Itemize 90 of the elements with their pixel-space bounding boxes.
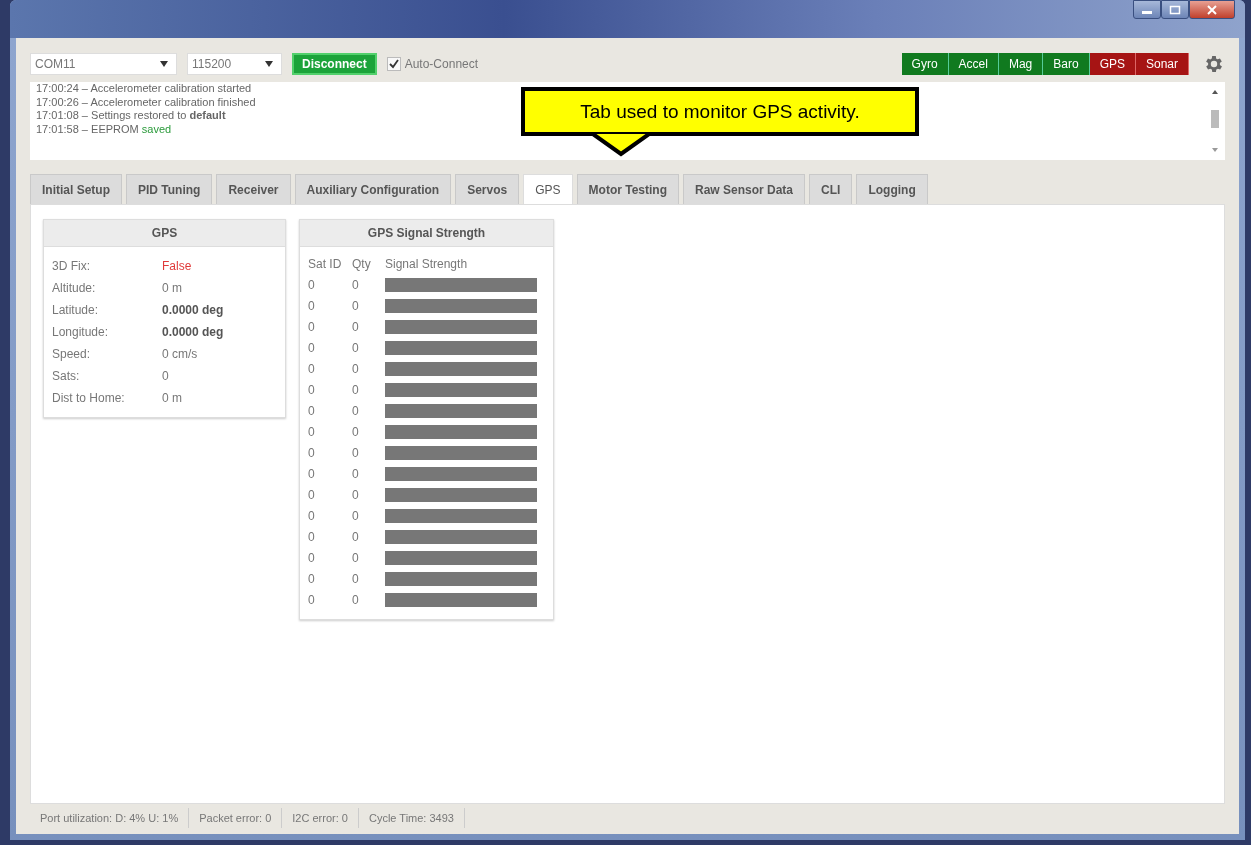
status-item: Packet error: 0 [189, 808, 283, 828]
table-cell-text: 0 [308, 446, 316, 460]
tab[interactable]: Receiver [216, 174, 291, 204]
minimize-button[interactable] [1133, 0, 1161, 19]
table-cell-text: 0 [352, 530, 360, 544]
table-cell-text: 0 [308, 383, 316, 397]
table-cell-text: 0 [352, 593, 360, 607]
log-line: 17:00:24 – Accelerometer calibration started [36, 82, 253, 96]
table-cell-text: 0 [352, 446, 360, 460]
disconnect-button[interactable]: Disconnect [292, 53, 377, 75]
field-value: 0.0000 deg [162, 325, 225, 339]
table-cell-text: 0 [352, 488, 360, 502]
field-value: 0.0000 deg [162, 303, 225, 317]
field-label: Sats: [52, 369, 81, 383]
table-cell-text: 0 [308, 404, 316, 418]
table-cell-text: 0 [308, 593, 316, 607]
table-cell-text: 0 [352, 572, 360, 586]
table-cell-text: 0 [308, 320, 316, 334]
log-line: 17:01:08 – Settings restored to default [36, 109, 227, 123]
table-cell-text: 0 [308, 362, 316, 376]
table-cell-text: 0 [308, 551, 316, 565]
table-cell-text: 0 [352, 383, 360, 397]
field-value: 0 m [162, 391, 183, 405]
sensor-indicator: Mag [998, 53, 1044, 75]
table-cell-text: 0 [352, 362, 360, 376]
status-item: I2C error: 0 [282, 808, 359, 828]
tab[interactable]: Raw Sensor Data [683, 174, 806, 204]
table-cell-text: 0 [308, 572, 316, 586]
log-line: 17:00:26 – Accelerometer calibration finished [36, 95, 256, 109]
close-button[interactable] [1189, 0, 1235, 19]
tab[interactable]: GPS [523, 174, 573, 204]
table-cell-text: 0 [308, 278, 316, 292]
table-cell-text: 0 [308, 509, 316, 523]
tab[interactable]: Logging [856, 174, 928, 204]
table-cell-text: 0 [308, 467, 316, 481]
tab[interactable]: Initial Setup [30, 174, 122, 204]
panel-title: GPS [44, 220, 285, 247]
table-cell-text: 0 [352, 467, 360, 481]
table-cell-text: 0 [352, 509, 360, 523]
field-label: 3D Fix: [52, 259, 91, 273]
table-cell-text: 0 [352, 278, 360, 292]
log-line: 17:01:58 – EEPROM saved [36, 122, 173, 136]
field-label: Longitude: [52, 325, 110, 339]
auto-connect-checkbox[interactable] [386, 57, 401, 71]
field-label: Altitude: [52, 281, 97, 295]
field-label: Speed: [52, 347, 92, 361]
caret-icon [160, 61, 168, 67]
sensor-indicator: GPS [1089, 53, 1136, 75]
auto-connect-label: Auto-Connect [404, 57, 479, 71]
column-header: Signal Strength [385, 257, 469, 271]
column-header: Qty [352, 257, 372, 271]
field-label: Latitude: [52, 303, 100, 317]
table-cell-text: 0 [352, 551, 360, 565]
sensor-indicator: Sonar [1135, 53, 1189, 75]
tab[interactable]: CLI [809, 174, 853, 204]
field-value: 0 cm/s [162, 347, 199, 361]
table-cell-text: 0 [308, 425, 316, 439]
tab[interactable]: Motor Testing [576, 174, 679, 204]
minimize-icon [1142, 11, 1152, 14]
table-cell-text: 0 [352, 341, 360, 355]
close-icon [1205, 4, 1219, 15]
status-item: Port utilization: D: 4% U: 1% [30, 808, 190, 828]
baud-dropdown[interactable]: 115200 [187, 53, 282, 75]
table-cell-text: 0 [308, 488, 316, 502]
maximize-button[interactable] [1161, 0, 1189, 19]
maximize-icon [1168, 4, 1182, 15]
settings-icon[interactable] [1203, 53, 1225, 75]
panel-title: GPS Signal Strength [300, 220, 553, 247]
field-label: Dist to Home: [52, 391, 126, 405]
tab[interactable]: Auxiliary Configuration [294, 174, 452, 204]
field-value: 0 m [162, 281, 183, 295]
table-cell-text: 0 [352, 425, 360, 439]
table-cell-text: 0 [352, 299, 360, 313]
table-cell-text: 0 [352, 404, 360, 418]
callout-pointer [591, 134, 651, 158]
table-cell-text: 0 [308, 530, 316, 544]
field-value: False [162, 259, 193, 273]
sensor-indicator: Gyro [901, 53, 949, 75]
tab[interactable]: Servos [455, 174, 520, 204]
table-cell-text: 0 [308, 341, 316, 355]
port-dropdown[interactable]: COM11 [30, 53, 177, 75]
sensor-indicator: Baro [1043, 53, 1090, 75]
sensor-indicator: Accel [948, 53, 999, 75]
column-header: Sat ID [308, 257, 343, 271]
caret-icon [265, 61, 273, 67]
status-item: Cycle Time: 3493 [358, 808, 465, 828]
field-value: 0 [162, 369, 170, 383]
table-cell-text: 0 [308, 299, 316, 313]
tab[interactable]: PID Tuning [126, 174, 213, 204]
table-cell-text: 0 [352, 320, 360, 334]
